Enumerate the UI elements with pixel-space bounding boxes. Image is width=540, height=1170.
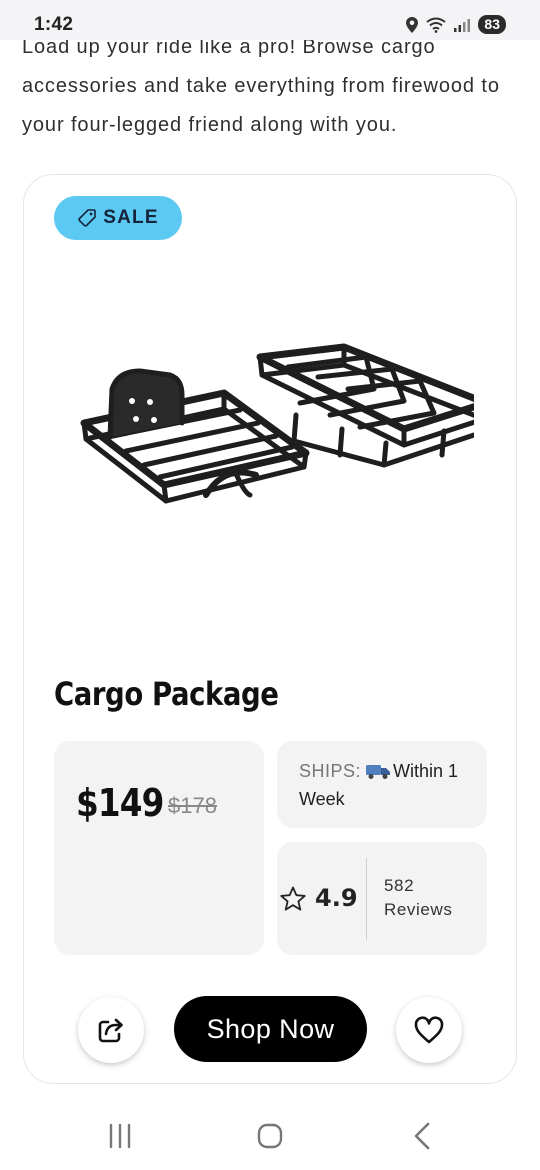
status-icons: 83 xyxy=(405,15,506,34)
status-time: 1:42 xyxy=(34,14,74,35)
location-icon xyxy=(406,16,419,33)
price-tile: $149 $178 xyxy=(54,741,264,955)
shipping-tile: SHIPS: Within 1 Week xyxy=(277,741,487,828)
signal-icon xyxy=(454,18,471,32)
star-icon xyxy=(280,886,306,911)
cargo-baskets-image[interactable] xyxy=(74,335,474,515)
current-price: $149 xyxy=(76,781,164,825)
share-icon xyxy=(98,1018,123,1043)
shipping-info: SHIPS: Within 1 Week xyxy=(299,757,477,813)
share-button[interactable] xyxy=(78,997,144,1063)
intro-text: Load up your ride like a pro! Browse car… xyxy=(22,36,500,136)
truck-icon xyxy=(366,765,391,779)
rating-value: 4.9 xyxy=(315,884,358,912)
reviews-count: 582 xyxy=(384,876,415,895)
product-title: Cargo Package xyxy=(54,675,279,713)
product-card: SALE Cargo Package $149 $178 SHIPS: With… xyxy=(23,174,517,1084)
battery-indicator: 83 xyxy=(478,15,506,34)
sale-badge: SALE xyxy=(54,196,182,240)
system-nav-bar xyxy=(0,1104,540,1170)
original-price: $178 xyxy=(168,793,217,818)
sale-badge-label: SALE xyxy=(103,207,159,228)
price-tag-icon xyxy=(78,209,97,227)
recents-icon[interactable] xyxy=(106,1121,134,1151)
home-icon[interactable] xyxy=(254,1121,286,1151)
rating-divider xyxy=(366,858,367,940)
rating-tile[interactable]: 4.9 582 Reviews xyxy=(277,842,487,955)
shop-now-button[interactable]: Shop Now xyxy=(174,996,367,1062)
status-bar: 1:42 83 xyxy=(0,0,540,40)
back-icon[interactable] xyxy=(408,1121,436,1151)
ships-label: SHIPS: xyxy=(299,761,362,781)
favorite-button[interactable] xyxy=(396,997,462,1063)
wifi-icon xyxy=(426,17,447,33)
reviews-label: Reviews xyxy=(384,900,453,919)
heart-icon xyxy=(414,1016,444,1044)
